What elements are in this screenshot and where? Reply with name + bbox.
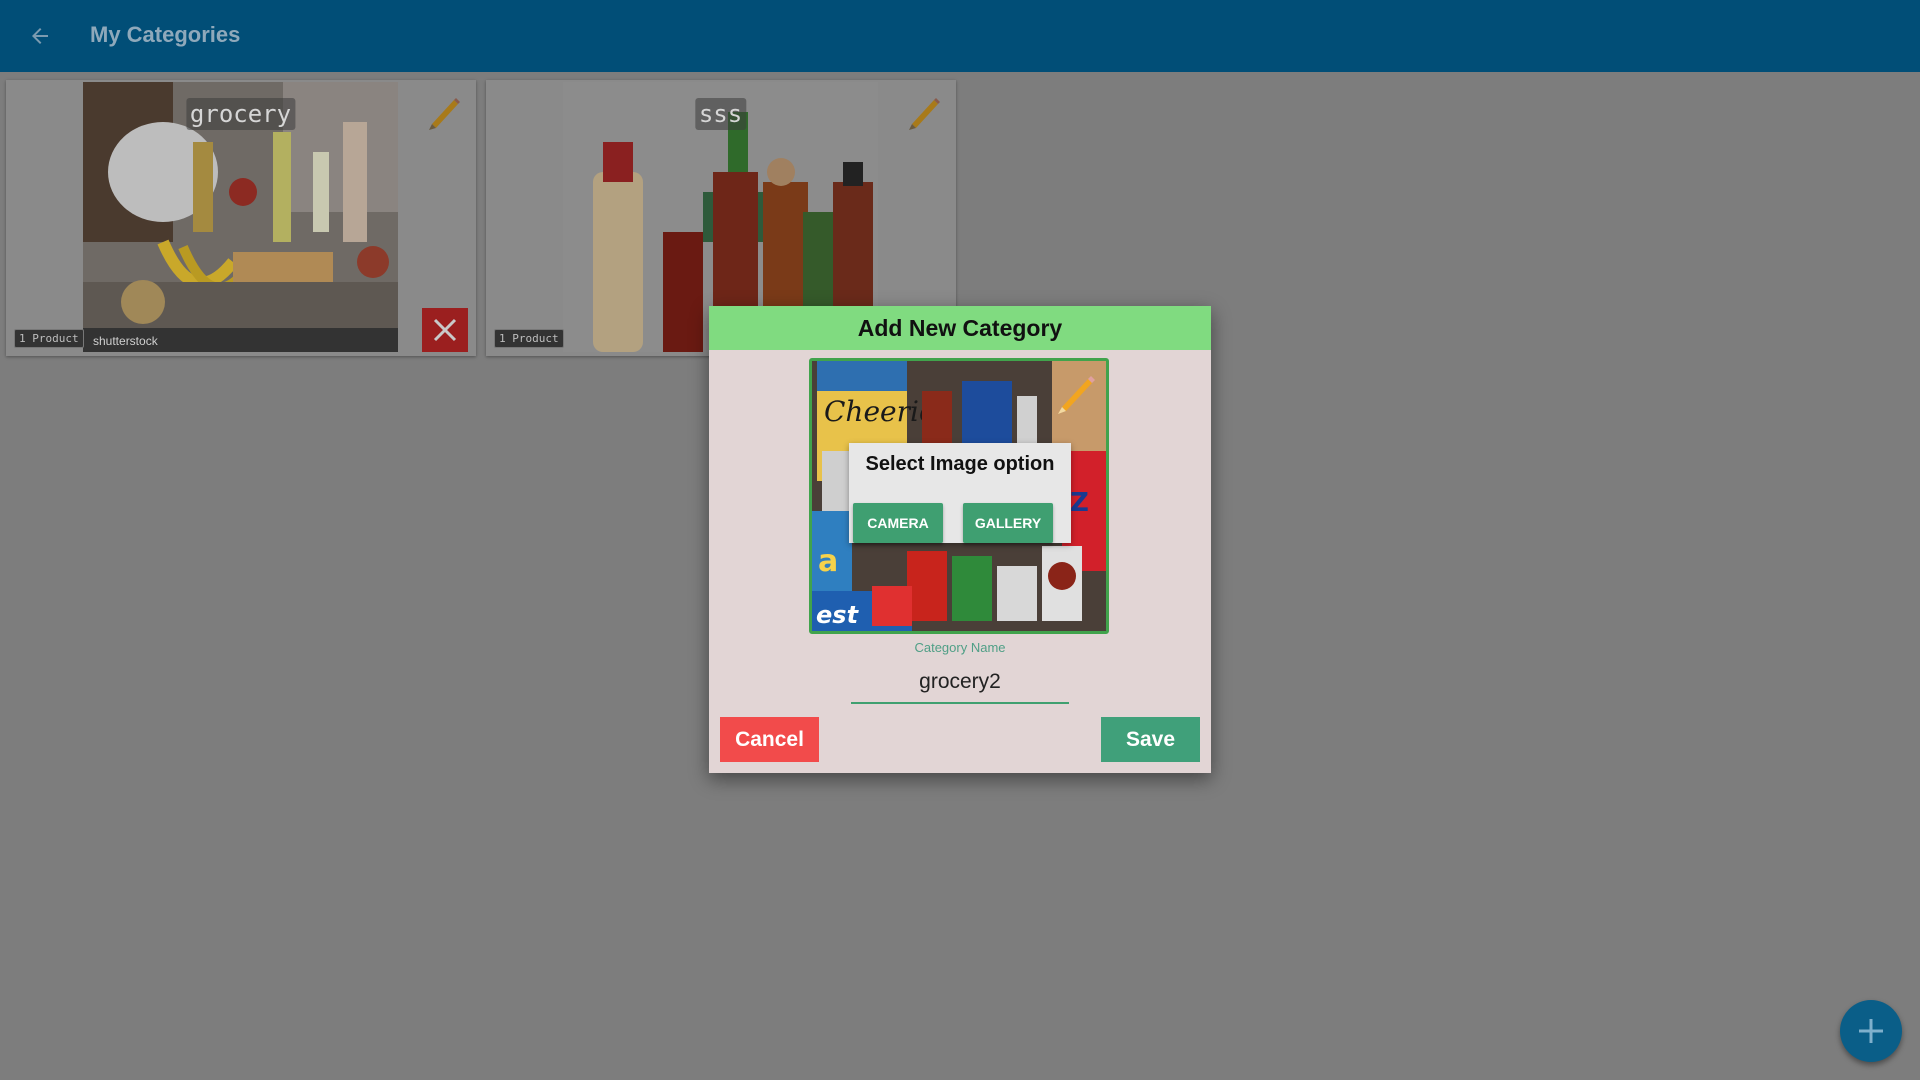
camera-button[interactable]: CAMERA — [853, 503, 943, 543]
add-category-fab[interactable] — [1806, 1000, 1902, 1062]
add-category-dialog: Add New Category Cheerios a Z est Select… — [709, 306, 1211, 773]
svg-text:Z: Z — [1070, 488, 1089, 518]
close-icon — [433, 318, 457, 342]
pencil-icon[interactable] — [424, 92, 464, 132]
page-title: My Categories — [90, 22, 241, 47]
image-option-popup: Select Image option CAMERA GALLERY — [849, 443, 1071, 543]
category-card-grocery[interactable]: grocery shutterstock 1 Product — [6, 80, 476, 356]
plus-icon — [1859, 1019, 1883, 1043]
dialog-title: Add New Category — [709, 306, 1211, 350]
delete-button[interactable] — [422, 308, 468, 352]
image-watermark: shutterstock — [93, 334, 158, 348]
cancel-button[interactable]: Cancel — [720, 717, 819, 762]
category-name-label: grocery — [185, 98, 296, 130]
svg-text:est: est — [816, 601, 860, 629]
category-name-input[interactable]: grocery2 — [851, 662, 1069, 704]
category-name-label: sss — [694, 98, 747, 130]
category-name-label: Category Name — [914, 640, 1006, 655]
pencil-icon[interactable] — [1054, 369, 1100, 415]
category-image: grocery shutterstock — [83, 82, 398, 352]
pencil-icon[interactable] — [904, 92, 944, 132]
fab-circle[interactable] — [1840, 1000, 1902, 1062]
product-count-badge: 1 Product — [494, 329, 564, 348]
arrow-left-icon — [32, 28, 48, 44]
image-option-title: Select Image option — [865, 453, 1055, 475]
back-button[interactable] — [26, 22, 54, 50]
app-bar: My Categories — [0, 0, 1920, 72]
save-button[interactable]: Save — [1101, 717, 1200, 762]
product-count-badge: 1 Product — [14, 329, 84, 348]
category-image-preview[interactable]: Cheerios a Z est Select Image option CAM… — [809, 358, 1109, 634]
gallery-button[interactable]: GALLERY — [963, 503, 1053, 543]
svg-text:a: a — [818, 544, 838, 579]
